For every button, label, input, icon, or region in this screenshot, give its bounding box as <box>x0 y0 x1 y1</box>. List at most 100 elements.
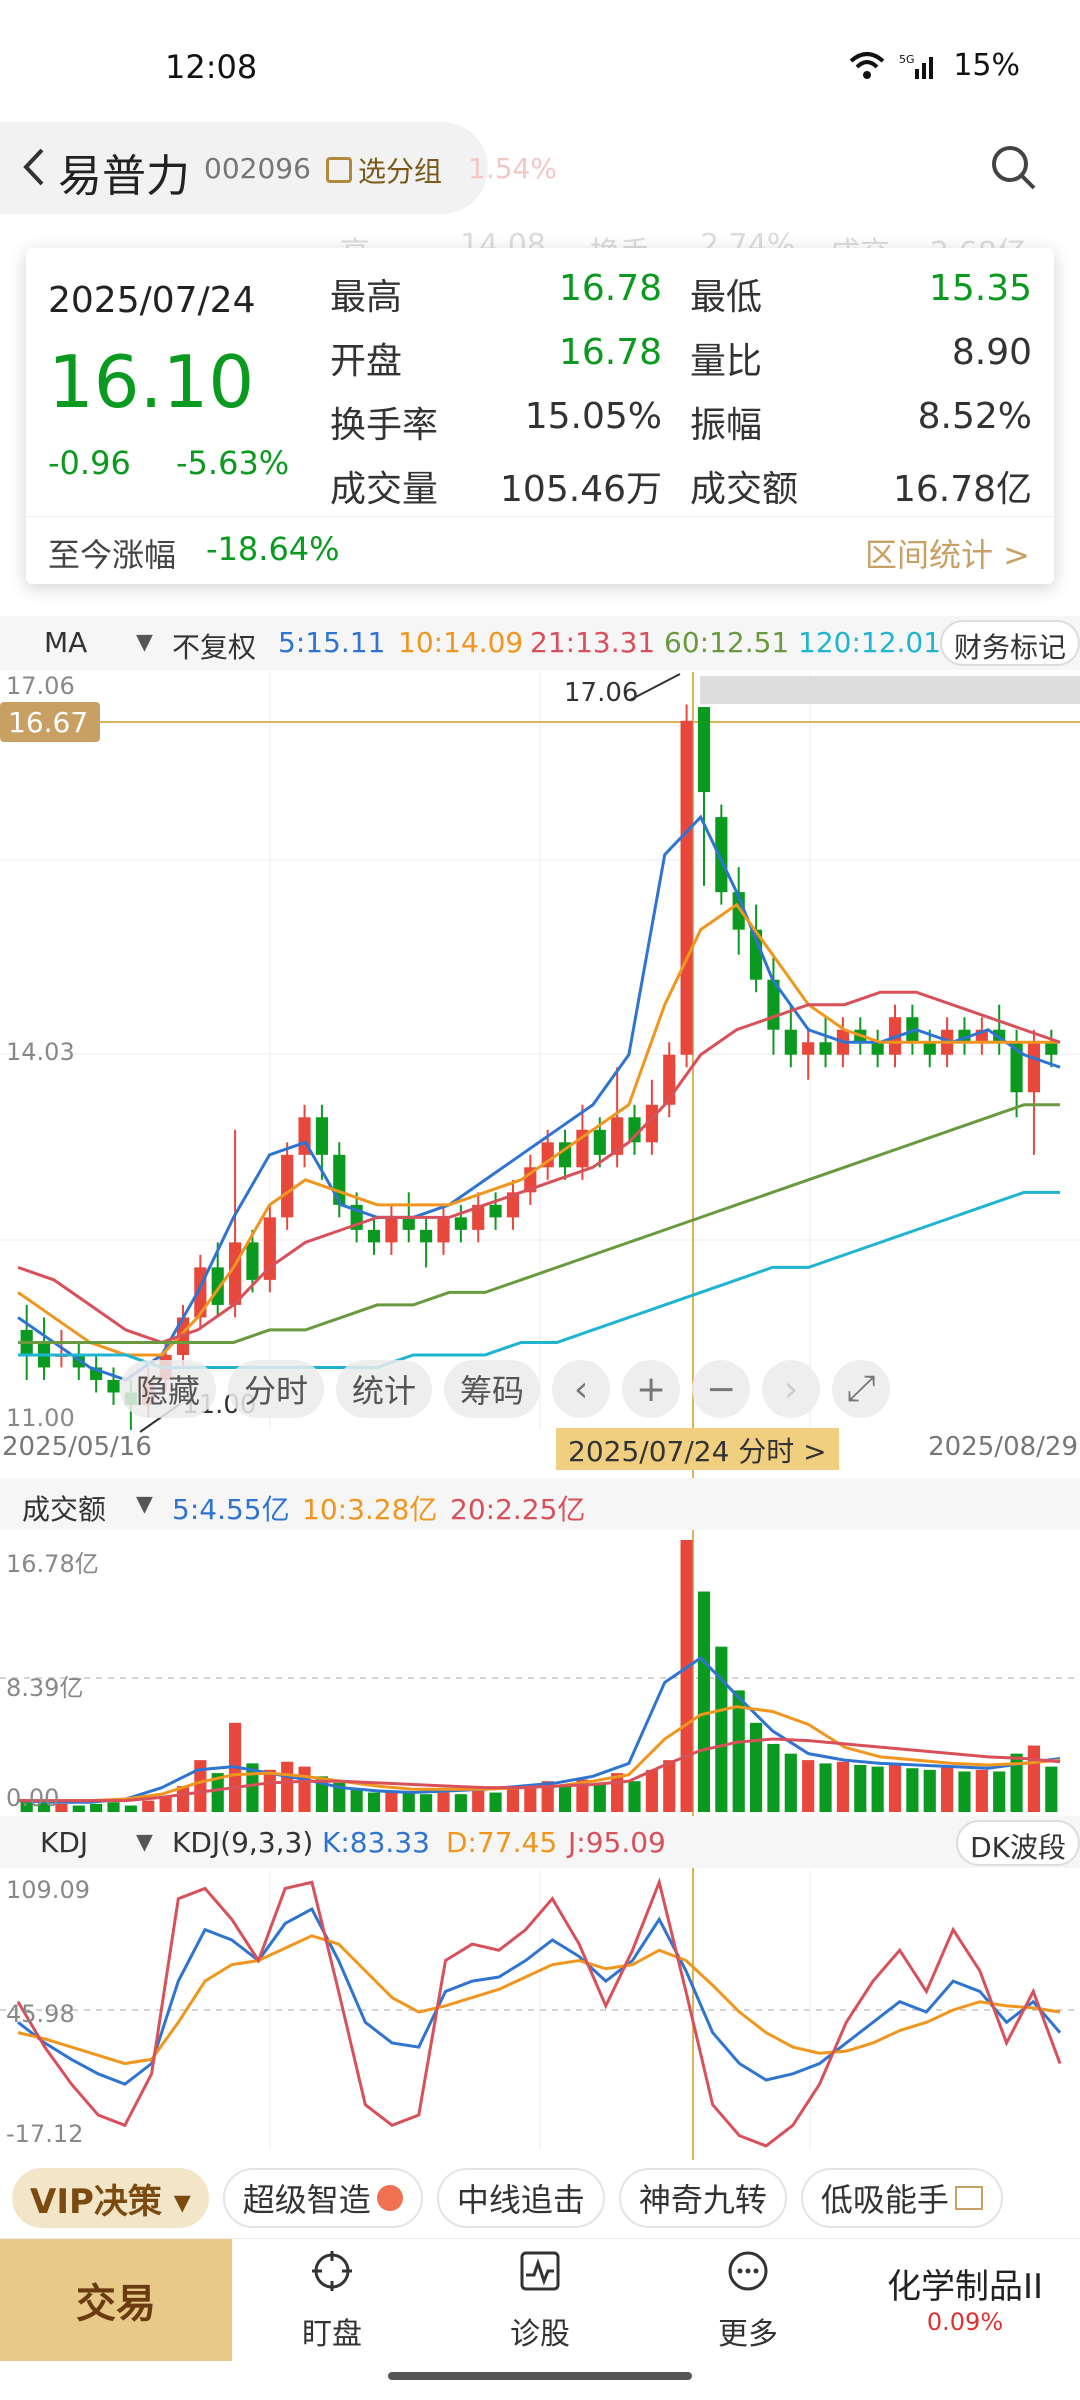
faint-change: 1.54% <box>468 152 557 185</box>
volume-indicator-bar: 成交额 ▼ 5:4.55亿 10:3.28亿 20:2.25亿 <box>0 1478 1080 1530</box>
candle-body <box>472 1204 485 1230</box>
hide-button[interactable]: 隐藏 <box>120 1360 217 1418</box>
kdj-k-line <box>17 1906 1062 2086</box>
candle-body <box>836 1029 849 1055</box>
zoom-out-icon[interactable]: − <box>692 1360 751 1418</box>
battery-level: 15% <box>953 48 1020 83</box>
main-y-mid: 14.03 <box>6 1038 75 1066</box>
zoom-in-icon[interactable]: + <box>622 1360 681 1418</box>
volume-bar <box>767 1743 780 1812</box>
volume-bar <box>246 1763 259 1812</box>
candle-body <box>229 1242 242 1305</box>
target-icon <box>312 2251 352 2291</box>
volume-bar <box>975 1769 988 1812</box>
back-arrow-icon[interactable] <box>14 144 54 190</box>
candle-body <box>697 707 711 793</box>
ma60-line <box>18 1103 1060 1344</box>
bottom-nav: 交易 盯盘 诊股 更多 化学制品II 0.09% <box>0 2238 1080 2362</box>
candle-body <box>90 1367 103 1380</box>
volume-bar <box>350 1789 363 1812</box>
candle-body <box>645 1104 658 1143</box>
volume-bar <box>524 1784 537 1812</box>
candle-body <box>576 1129 589 1168</box>
volume-bar <box>993 1771 1006 1812</box>
home-indicator[interactable] <box>388 2372 692 2380</box>
hot-icon <box>376 2185 403 2211</box>
intraday-button[interactable]: 分时 <box>228 1360 325 1418</box>
nav-watch[interactable]: 盯盘 <box>272 2249 392 2359</box>
search-icon[interactable] <box>984 138 1044 198</box>
kdj-k: K:83.33 <box>322 1826 430 1859</box>
kdj-j: J:95.09 <box>568 1826 666 1859</box>
candle-body <box>263 1217 276 1280</box>
ma5-line <box>17 814 1061 1382</box>
add-group-button[interactable]: 选分组 <box>326 150 442 190</box>
volume-bar <box>715 1646 728 1812</box>
chips-button[interactable]: 筹码 <box>444 1360 541 1418</box>
candle-body <box>367 1229 381 1243</box>
candle-body <box>246 1242 259 1280</box>
candle-body <box>611 1117 624 1155</box>
fullscreen-icon[interactable]: ⤢ <box>832 1360 891 1418</box>
dk-wave-button[interactable]: DK波段 <box>956 1820 1080 1866</box>
strategy-nine-turn[interactable]: 神奇九转 <box>618 2168 787 2228</box>
candle-body <box>888 1017 902 1055</box>
vol-ma20: 20:2.25亿 <box>450 1493 586 1526</box>
popup-open-value: 16.78 <box>558 332 662 373</box>
candle-body <box>454 1217 467 1230</box>
popup-amount-value: 16.78亿 <box>892 469 1032 510</box>
volume-bar <box>263 1769 276 1812</box>
stats-button[interactable]: 统计 <box>336 1360 433 1418</box>
candle-body <box>680 720 693 1055</box>
candle-body <box>1045 1042 1058 1055</box>
sector-button[interactable]: 化学制品II 0.09% <box>870 2259 1060 2336</box>
next-arrow-icon[interactable]: › <box>762 1360 821 1418</box>
candle-body <box>315 1117 328 1155</box>
volume-selector[interactable]: 成交额 <box>22 1488 106 1528</box>
prev-arrow-icon[interactable]: ‹ <box>552 1360 611 1418</box>
ma10-line <box>17 902 1060 1357</box>
candle-body <box>194 1267 207 1318</box>
sector-name: 化学制品II <box>886 2267 1044 2307</box>
volume-dropdown-icon[interactable]: ▼ <box>136 1492 153 1517</box>
vol-ma10: 10:3.28亿 <box>302 1493 438 1526</box>
vip-decision-button[interactable]: VIP决策 ▾ <box>12 2168 209 2228</box>
candle-body <box>420 1229 433 1243</box>
financial-mark-button[interactable]: 财务标记 <box>939 620 1080 666</box>
popup-ytd-label: 至今涨幅 <box>48 536 177 574</box>
popup-high-value: 16.78 <box>558 268 662 309</box>
kdj-indicator-bar: KDJ ▼ KDJ(9,3,3) K:83.33 D:77.45 J:95.09… <box>0 1816 1080 1868</box>
svg-text:5G: 5G <box>899 53 915 66</box>
ma60-value: 60:12.51 <box>664 626 790 659</box>
ma120-line <box>18 1190 1060 1369</box>
popup-turnover-label: 换手率 <box>330 405 439 446</box>
trade-button[interactable]: 交易 <box>0 2239 232 2361</box>
volume-bar <box>367 1792 381 1812</box>
candle-body <box>385 1217 398 1243</box>
kdj-selector[interactable]: KDJ <box>40 1826 88 1859</box>
ma-selector[interactable]: MA <box>44 626 87 659</box>
nav-diagnose[interactable]: 诊股 <box>480 2249 600 2359</box>
status-time: 12:08 <box>165 48 258 86</box>
popup-volratio-label: 量比 <box>690 341 763 382</box>
candle-body <box>20 1329 33 1355</box>
vol-ma20-line <box>18 1737 1061 1803</box>
stock-name: 易普力 <box>58 151 190 202</box>
volume-bar <box>489 1792 502 1812</box>
interval-stats-link[interactable]: 区间统计 > <box>865 530 1030 576</box>
candle-body <box>975 1029 988 1043</box>
cursor-highlight-band <box>700 676 1080 704</box>
cursor-date-intraday-link[interactable]: 2025/07/24 分时 > <box>556 1428 839 1470</box>
volume-bar <box>333 1782 346 1812</box>
date-axis: 2025/05/16 2025/07/24 分时 > 2025/08/29 <box>0 1428 1080 1472</box>
adjust-mode[interactable]: 不复权 <box>172 626 256 666</box>
kdj-dropdown-icon[interactable]: ▼ <box>136 1830 153 1855</box>
candle-body <box>941 1029 954 1055</box>
strategy-midline[interactable]: 中线追击 <box>436 2168 605 2228</box>
strategy-low-buy-label: 低吸能手 <box>820 2181 949 2219</box>
candle-body <box>524 1167 537 1193</box>
nav-more[interactable]: 更多 <box>688 2249 808 2359</box>
strategy-super-make[interactable]: 超级智造 <box>222 2168 423 2228</box>
ma-dropdown-icon[interactable]: ▼ <box>136 630 153 655</box>
strategy-low-buy[interactable]: 低吸能手 <box>800 2168 1003 2228</box>
